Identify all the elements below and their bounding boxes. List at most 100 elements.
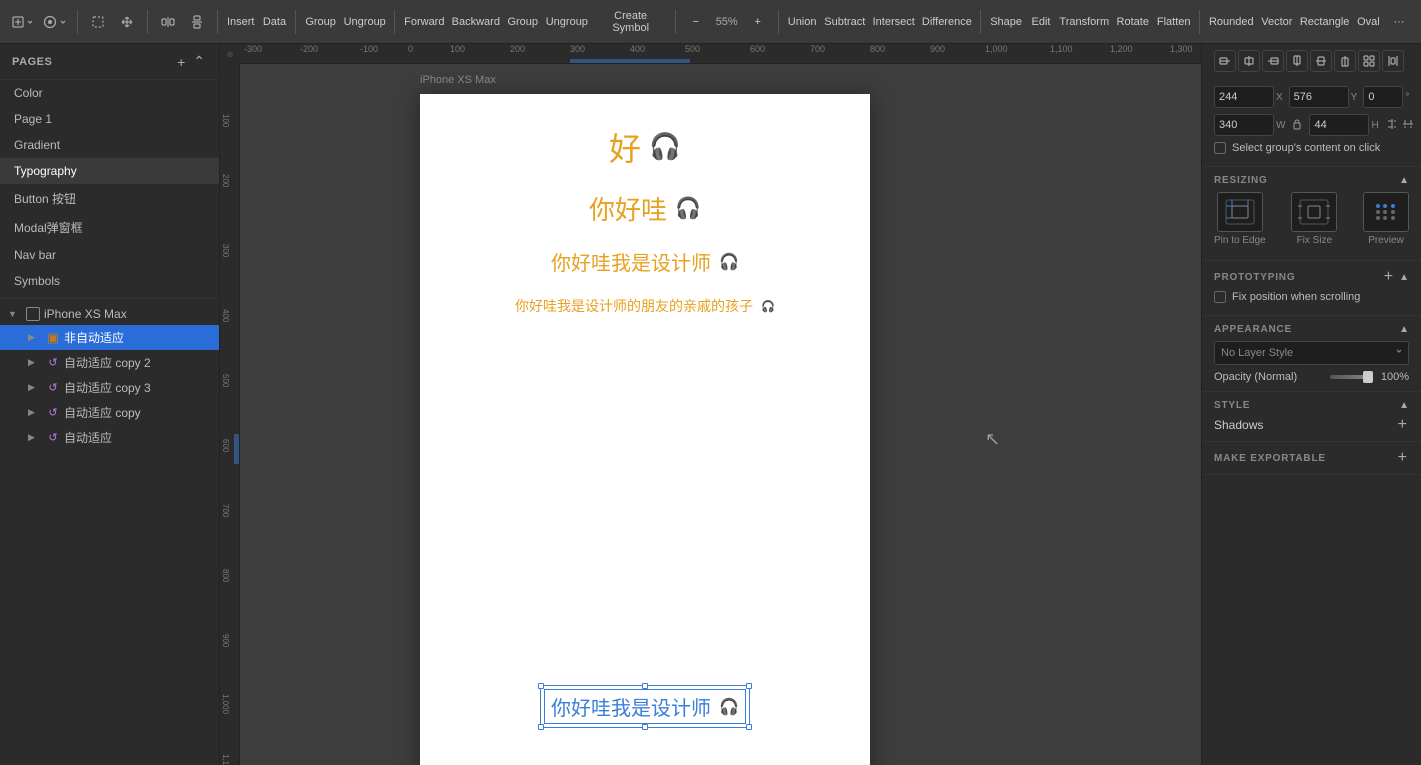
page-item-1[interactable]: Page 1 — [0, 106, 219, 132]
menu-ungroup[interactable]: Ungroup — [543, 8, 591, 36]
style-label: STYLE — [1214, 400, 1250, 411]
preview-box — [1363, 192, 1409, 232]
zoom-minus-btn[interactable]: − — [682, 8, 710, 36]
toolbar-ungroup-btn[interactable]: Ungroup — [341, 8, 389, 36]
layer-item-4[interactable]: ▶ ↺ 自动适应 — [0, 425, 219, 450]
layer-style-select[interactable]: No Layer Style — [1214, 341, 1409, 365]
resizing-collapse-btn[interactable]: ▲ — [1399, 175, 1409, 186]
toolbar-distribute-h[interactable] — [154, 8, 182, 36]
menu-backward[interactable]: Backward — [449, 8, 502, 36]
opacity-value: 100% — [1379, 371, 1409, 383]
distribute-btn[interactable] — [1382, 50, 1404, 72]
page-item-modal[interactable]: Modal弹窗框 — [0, 213, 219, 242]
layer-2-expand: ▶ — [28, 382, 42, 393]
shadows-add-btn[interactable]: + — [1396, 417, 1409, 433]
resizing-options: Pin to Edge Fix Size — [1214, 192, 1409, 246]
menu-transform[interactable]: Transform — [1057, 8, 1112, 36]
flip-h-btn[interactable] — [1385, 117, 1399, 134]
menu-forward[interactable]: Forward — [401, 8, 447, 36]
style-collapse-btn[interactable]: ▲ — [1399, 400, 1409, 411]
appearance-collapse-btn[interactable]: ▲ — [1399, 324, 1409, 335]
prototyping-add-btn[interactable]: + — [1382, 269, 1395, 285]
toolbar-star-btn[interactable] — [39, 8, 71, 36]
layer-1-label: 自动适应 copy 2 — [64, 354, 151, 371]
layer-item-1[interactable]: ▶ ↺ 自动适应 copy 2 — [0, 350, 219, 375]
dot-1 — [1376, 204, 1380, 208]
sep6 — [675, 10, 676, 34]
toolbar-insert-btn[interactable]: Insert — [224, 8, 258, 36]
pages-add-btn[interactable]: + — [175, 51, 187, 72]
zoom-plus-btn[interactable]: + — [744, 8, 772, 36]
layer-item-3[interactable]: ▶ ↺ 自动适应 copy — [0, 400, 219, 425]
menu-intersect[interactable]: Intersect — [870, 8, 918, 36]
menu-subtract[interactable]: Subtract — [822, 8, 868, 36]
tidy-btn[interactable] — [1358, 50, 1380, 72]
page-item-navbar[interactable]: Nav bar — [0, 242, 219, 268]
menu-shape[interactable]: Shape — [987, 8, 1025, 36]
menu-rectangle[interactable]: Rectangle — [1297, 8, 1351, 36]
w-input[interactable] — [1214, 114, 1274, 136]
text-3-content: 你好哇我是设计师 — [551, 247, 711, 276]
y-input[interactable] — [1289, 86, 1349, 108]
opacity-slider[interactable] — [1330, 375, 1373, 379]
sep9 — [1199, 10, 1200, 34]
pages-actions: + ⌃ — [175, 51, 207, 72]
flip-v-btn[interactable] — [1401, 117, 1415, 134]
menu-create-symbol[interactable]: Create Symbol — [593, 8, 669, 36]
toolbar-data-btn[interactable]: Data — [260, 8, 290, 36]
align-center-v-btn[interactable] — [1310, 50, 1332, 72]
fix-size-option[interactable]: Fix Size — [1291, 192, 1337, 246]
exportable-add-btn[interactable]: + — [1396, 450, 1409, 466]
page-item-gradient[interactable]: Gradient — [0, 132, 219, 158]
folder-icon-0: ▣ — [46, 331, 60, 345]
align-right-btn[interactable] — [1262, 50, 1284, 72]
menu-oval[interactable]: Oval — [1354, 8, 1383, 36]
x-input[interactable] — [1214, 86, 1274, 108]
h-label: H — [1371, 120, 1378, 131]
lock-btn[interactable] — [1291, 118, 1303, 133]
pin-to-edge-option[interactable]: Pin to Edge — [1214, 192, 1266, 246]
prototyping-collapse-btn[interactable]: ▲ — [1399, 272, 1409, 283]
angle-input[interactable] — [1363, 86, 1403, 108]
page-item-symbols[interactable]: Symbols — [0, 268, 219, 294]
select-group-checkbox[interactable] — [1214, 142, 1226, 154]
h-input[interactable] — [1309, 114, 1369, 136]
canvas-area[interactable]: ⊕ -300 -200 -100 0 100 200 300 400 500 6… — [220, 44, 1201, 765]
toolbar-select-btn[interactable] — [84, 8, 112, 36]
align-left-btn[interactable] — [1214, 50, 1236, 72]
group-icon-2: ↺ — [46, 381, 60, 395]
page-item-button[interactable]: Button 按钮 — [0, 184, 219, 213]
style-section: STYLE ▲ Shadows + — [1202, 392, 1421, 442]
align-top-btn[interactable] — [1286, 50, 1308, 72]
page-item-color[interactable]: Color — [0, 80, 219, 106]
y-label: Y — [1351, 92, 1358, 103]
page-item-typography[interactable]: Typography — [0, 158, 219, 184]
menu-rotate[interactable]: Rotate — [1114, 8, 1152, 36]
align-bottom-btn[interactable] — [1334, 50, 1356, 72]
sep7 — [778, 10, 779, 34]
menu-group[interactable]: Group — [504, 8, 541, 36]
menu-rounded[interactable]: Rounded — [1206, 8, 1256, 36]
angle-label: ° — [1405, 92, 1409, 103]
menu-edit[interactable]: Edit — [1027, 8, 1055, 36]
artboard[interactable]: 好 🎧 你好哇 🎧 你好哇我是设计师 🎧 你好哇我是 — [420, 94, 870, 765]
toolbar-move-btn[interactable] — [113, 8, 141, 36]
menu-difference[interactable]: Difference — [919, 8, 974, 36]
layer-0-expand: ▶ — [28, 332, 42, 343]
layer-item-2[interactable]: ▶ ↺ 自动适应 copy 3 — [0, 375, 219, 400]
menu-flatten[interactable]: Flatten — [1154, 8, 1194, 36]
artboard-text-5: 你好哇我是设计师 🎧 — [544, 689, 746, 724]
layer-item-0[interactable]: ▶ ▣ 非自动适应 — [0, 325, 219, 350]
toolbar-group-btn[interactable]: Group — [302, 8, 339, 36]
menu-union[interactable]: Union — [785, 8, 820, 36]
fix-scroll-checkbox[interactable] — [1214, 291, 1226, 303]
ruler-horizontal: -300 -200 -100 0 100 200 300 400 500 600… — [240, 44, 1201, 64]
pages-collapse-btn[interactable]: ⌃ — [191, 51, 207, 72]
align-center-h-btn[interactable] — [1238, 50, 1260, 72]
menu-more[interactable]: ··· — [1385, 8, 1413, 36]
preview-option[interactable]: Preview — [1363, 192, 1409, 246]
menu-vector[interactable]: Vector — [1258, 8, 1295, 36]
toolbar-distribute-v[interactable] — [183, 8, 211, 36]
layer-artboard-root[interactable]: ▼ iPhone XS Max — [0, 303, 219, 325]
toolbar-add-btn[interactable] — [8, 8, 38, 36]
